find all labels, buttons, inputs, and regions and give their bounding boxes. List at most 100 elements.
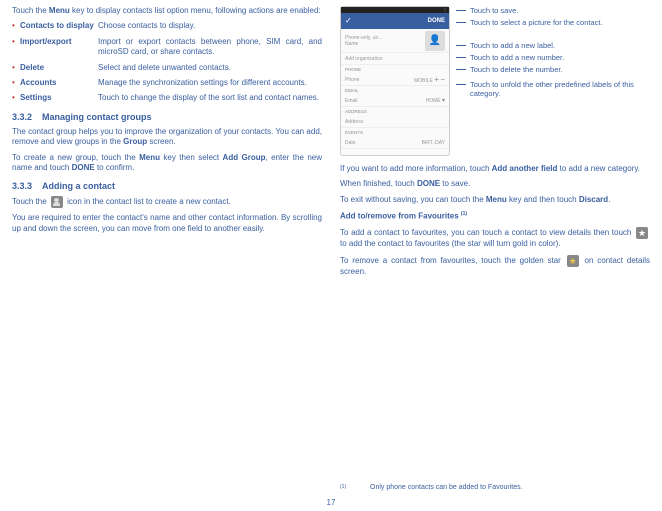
p332a: The contact group helps you to improve t… [12,127,322,148]
bullet-desc: Manage the synchronization settings for … [98,78,322,88]
section-phone: PHONE [341,65,449,74]
section-email: EMAIL [341,86,449,95]
discard-bold: Discard [579,195,608,204]
done-bold: DONE [72,163,95,172]
star-icon: ★ [636,227,648,239]
phone-only-text: Phone-only, un... [345,35,382,41]
bullet-label: Contacts to display [20,21,98,31]
p-discard: To exit without saving, you can touch th… [340,195,650,205]
fav-heading-text: Add to/remove from Favourites [340,212,459,221]
phone-name-row: Phone-only, un... Name 👤 [341,29,449,53]
phone-header: ✓ DONE [341,13,449,29]
callout-line [456,10,466,11]
menu-bold2: Menu [139,153,160,162]
p-add-field: If you want to add more information, tou… [340,164,650,174]
p3-post: . [608,195,610,204]
heading-num: 3.3.3 [12,181,32,191]
address-hint: Address [345,119,363,125]
p-remove-fav: To remove a contact from favourites, tou… [340,255,650,277]
check-icon: ✓ [345,16,355,26]
phone-field-row: Phone MOBILE + − [341,74,449,86]
bullet-dot: • [12,21,20,31]
add-org-row: Add organization [341,53,449,65]
bullet-row: • Delete Select and delete unwanted cont… [12,63,322,73]
p1-pre: If you want to add more information, tou… [340,164,492,173]
callout: Touch to select a picture for the contac… [456,18,650,27]
footnote-num: (1) [340,484,370,491]
bullet-dot: • [12,78,20,88]
chevron-down-icon: ▾ [442,98,445,104]
plus-icon: + [434,75,439,84]
phone-diagram: ⋮ ✓ DONE Phone-only, un... Name 👤 Add or… [340,6,650,156]
bullet-row: • Import/export Import or export contact… [12,37,322,58]
p333a-pre: Touch the [12,197,49,206]
callout-text: Touch to delete the number. [470,65,650,74]
p3-mid: key and then touch [507,195,579,204]
phone-mock: ⋮ ✓ DONE Phone-only, un... Name 👤 Add or… [340,6,450,156]
section-events: EVENTS [341,128,449,137]
add-field-bold: Add another field [492,164,558,173]
heading-num: 3.3.2 [12,112,32,122]
bullet-row: • Accounts Manage the synchronization se… [12,78,322,88]
callout-text: Touch to select a picture for the contac… [470,18,650,27]
done-bold2: DONE [417,179,440,188]
callout-text: Touch to save. [470,6,650,15]
callout-text: Touch to add a new label. [470,41,650,50]
callout: Touch to add a new number. [456,53,650,62]
addgroup-bold: Add Group [223,153,266,162]
footnote: (1) Only phone contacts can be added to … [340,484,650,491]
minus-icon: − [440,75,445,84]
menu-bold: Menu [49,6,70,15]
p-done: When finished, touch DONE to save. [340,179,650,189]
callout-text: Touch to add a new number. [470,53,650,62]
callout-line [456,84,466,85]
bullet-label: Settings [20,93,98,103]
callout-line [456,22,466,23]
events-field-row: Date BIRT..DAY [341,137,449,149]
callout: Touch to save. [456,6,650,15]
p4-post: to add the contact to favourites (the st… [340,239,561,248]
callout: Touch to add a new label. [456,41,650,50]
heading-text: Managing contact groups [42,112,152,122]
p3-pre: To exit without saving, you can touch th… [340,195,486,204]
bullet-row: • Contacts to display Choose contacts to… [12,21,322,31]
callout: Touch to delete the number. [456,65,650,74]
email-field-row: Email HOME ▾ [341,95,449,107]
phone-hint: Phone [345,77,359,83]
bullet-label: Accounts [20,78,98,88]
bullet-label: Delete [20,63,98,73]
birthday-label: BIRT..DAY [422,140,445,146]
page-number: 17 [0,498,662,507]
p333a-post: icon in the contact list to create a new… [65,197,231,206]
section-address: ADDRESS [341,107,449,116]
intro-text: Touch the Menu key to display contacts l… [12,6,322,16]
group-bold: Group [123,137,147,146]
footnote-text: Only phone contacts can be added to Favo… [370,484,523,491]
bullet-label: Import/export [20,37,98,58]
bullet-desc: Select and delete unwanted contacts. [98,63,322,73]
heading-332: 3.3.2 Managing contact groups [12,112,322,122]
add-org-text: Add organization [345,56,383,62]
bullet-desc: Import or export contacts between phone,… [98,37,322,58]
callouts: Touch to save. Touch to select a picture… [450,6,650,156]
menu-bold3: Menu [486,195,507,204]
person-icon [51,196,63,208]
mobile-label: MOBILE [414,78,433,84]
email-hint: Email [345,98,358,104]
p332b: To create a new group, touch the Menu ke… [12,153,322,174]
callout: Touch to unfold the other predefined lab… [456,80,650,98]
callout-line [456,57,466,58]
heading-text: Adding a contact [42,181,115,191]
heading-333: 3.3.3 Adding a contact [12,181,322,191]
bullet-dot: • [12,63,20,73]
address-field-row: Address [341,116,449,128]
name-hint: Name [345,41,382,47]
footnote-ref: (1) [461,211,467,217]
p5-pre: To remove a contact from favourites, tou… [340,256,565,265]
bullet-row: • Settings Touch to change the display o… [12,93,322,103]
p2-post: to save. [440,179,470,188]
bullet-desc: Touch to change the display of the sort … [98,93,322,103]
bullet-desc: Choose contacts to display. [98,21,322,31]
bullet-dot: • [12,93,20,103]
home-label: HOME [426,98,441,104]
